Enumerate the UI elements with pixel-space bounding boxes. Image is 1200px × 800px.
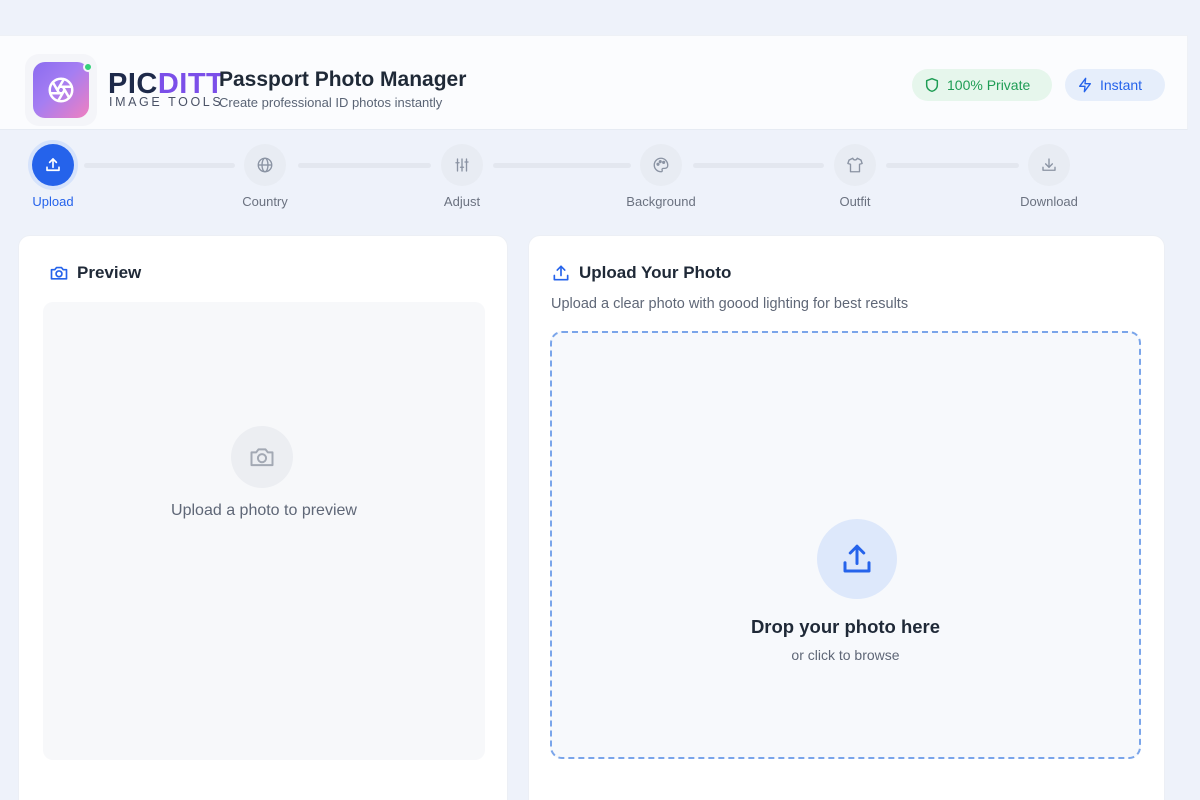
step-download[interactable]: Download — [999, 130, 1099, 209]
app-logo — [25, 54, 97, 126]
preview-title: Preview — [77, 263, 142, 282]
sliders-icon — [455, 158, 469, 172]
step-connector — [84, 163, 235, 168]
page-title: Passport Photo Manager — [219, 68, 467, 91]
dropzone-upload-icon — [817, 519, 897, 599]
browse-link[interactable]: or click to browse — [552, 647, 1139, 663]
private-badge-label: 100% Private — [947, 77, 1031, 93]
step-outfit[interactable]: Outfit — [805, 130, 905, 209]
step-background[interactable]: Background — [611, 130, 711, 209]
download-icon — [1042, 158, 1056, 171]
step-adjust-circle — [441, 144, 483, 186]
instant-badge-label: Instant — [1100, 77, 1143, 93]
step-country[interactable]: Country — [215, 130, 315, 209]
step-background-circle — [640, 144, 682, 186]
upload-icon — [46, 158, 60, 172]
globe-icon — [257, 157, 273, 173]
step-country-label: Country — [242, 194, 288, 209]
shirt-icon — [847, 157, 863, 173]
step-upload[interactable]: Upload — [3, 130, 103, 209]
step-adjust-label: Adjust — [443, 194, 481, 209]
preview-card: Preview Upload a photo to preview — [18, 235, 508, 800]
step-outfit-label: Outfit — [839, 194, 871, 209]
step-upload-label: Upload — [32, 194, 74, 209]
upload-title: Upload Your Photo — [579, 263, 732, 282]
dropzone-title: Drop your photo here — [750, 616, 941, 637]
step-country-circle — [244, 144, 286, 186]
aperture-icon — [33, 62, 89, 118]
page-subtitle: Create professional ID photos instantly — [219, 95, 443, 110]
step-outfit-circle — [834, 144, 876, 186]
private-badge: 100% Private — [912, 69, 1052, 101]
upload-icon — [553, 265, 569, 281]
camera-icon — [50, 266, 68, 280]
preview-area: Upload a photo to preview — [43, 302, 485, 760]
upload-description: Upload a clear photo with goood lighting… — [551, 296, 909, 312]
palette-icon — [653, 157, 669, 173]
online-indicator — [83, 62, 93, 72]
step-background-label: Background — [626, 194, 696, 209]
progress-stepper: Upload Country Adjust Background Outfit … — [0, 130, 1200, 230]
preview-camera-icon — [231, 426, 293, 488]
step-upload-circle — [32, 144, 74, 186]
preview-heading: Preview — [49, 263, 141, 283]
photo-dropzone[interactable]: Drop your photo here or click to browse — [550, 331, 1141, 759]
step-download-label: Download — [1020, 194, 1078, 209]
preview-placeholder: Upload a photo to preview — [171, 502, 357, 519]
step-download-circle — [1028, 144, 1070, 186]
lightning-icon — [1079, 77, 1091, 93]
step-adjust[interactable]: Adjust — [412, 130, 512, 209]
brand-tagline: IMAGE TOOLS — [109, 95, 224, 109]
shield-icon — [925, 77, 939, 93]
upload-card: Upload Your Photo Upload a clear photo w… — [528, 235, 1165, 800]
instant-badge: Instant — [1065, 69, 1165, 101]
upload-heading: Upload Your Photo — [551, 263, 731, 283]
app-header: PICDITT IMAGE TOOLS Passport Photo Manag… — [0, 35, 1188, 130]
